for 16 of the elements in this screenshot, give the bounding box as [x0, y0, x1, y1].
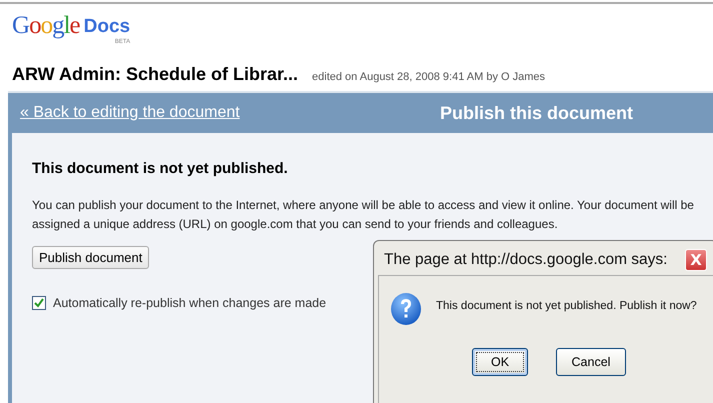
- checkbox-label: Automatically re-publish when changes are made: [53, 296, 326, 310]
- panel-heading: Publish this document: [440, 102, 634, 124]
- checkbox[interactable]: [32, 296, 46, 310]
- product-name: Docs: [84, 15, 130, 38]
- edited-info: edited on August 28, 2008 9:41 AM by O James: [312, 71, 546, 83]
- dialog-message: This document is not yet published. Publish it now?: [436, 300, 697, 312]
- dialog-title: The page at http://docs.google.com says:: [384, 251, 668, 269]
- publish-button[interactable]: Publish document: [32, 246, 150, 269]
- ok-button[interactable]: OK: [472, 348, 528, 376]
- logo-wordmark: Google: [12, 12, 80, 40]
- question-icon: [390, 292, 422, 326]
- cancel-button[interactable]: Cancel: [556, 348, 626, 376]
- status-heading: This document is not yet published.: [32, 160, 289, 177]
- description-text: You can publish your document to the Internet, where anyone will be able to access and view it online. Your document will be assigned a unique address (URL) on google.com that you can send to your friends and colleagues.: [32, 197, 695, 233]
- document-title: ARW Admin: Schedule of Librar...: [12, 64, 298, 85]
- close-button[interactable]: X: [685, 249, 707, 271]
